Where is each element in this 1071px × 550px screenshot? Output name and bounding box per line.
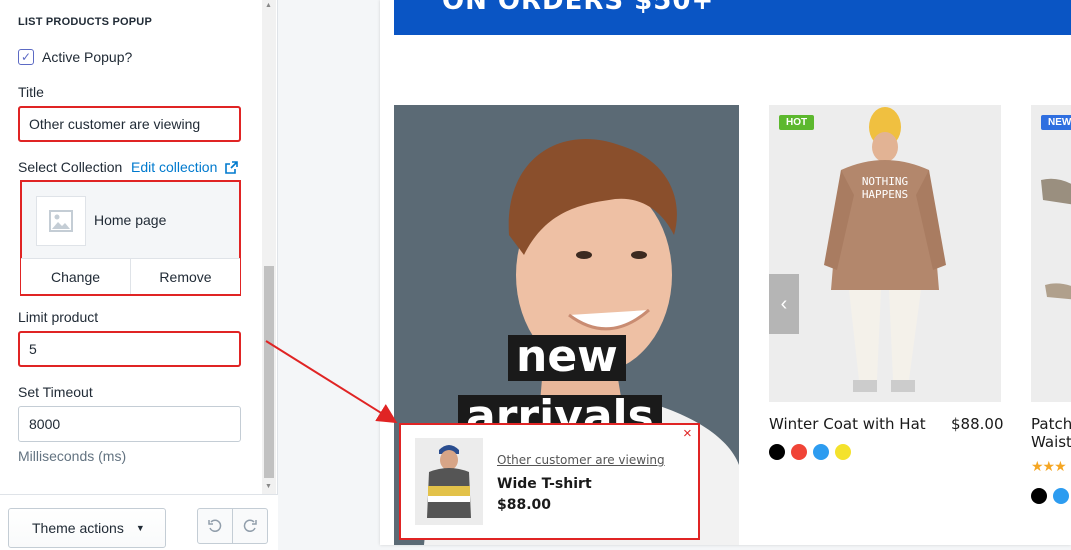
tshirt-model-image xyxy=(415,438,483,525)
edit-collection-link[interactable]: Edit collection xyxy=(131,159,239,175)
edit-collection-text: Edit collection xyxy=(131,159,218,175)
color-swatches-2 xyxy=(1031,488,1069,504)
carousel-prev-button[interactable]: ‹ xyxy=(769,274,799,334)
popup-title[interactable]: Other customer are viewing xyxy=(497,453,665,467)
color-swatch-2[interactable] xyxy=(1053,488,1069,504)
rating-stars-icon: ★★★ xyxy=(1031,458,1067,474)
bottom-bar: Theme actions ▼ xyxy=(0,494,278,550)
color-swatch-3[interactable] xyxy=(813,444,829,460)
svg-text:NOTHING: NOTHING xyxy=(862,175,908,188)
popup-product-image[interactable] xyxy=(415,438,483,525)
panel-scrollbar[interactable]: ▲ ▼ xyxy=(262,0,276,494)
scroll-up-icon[interactable]: ▲ xyxy=(265,2,272,9)
active-popup-label: Active Popup? xyxy=(42,49,133,65)
redo-button[interactable] xyxy=(232,509,267,543)
checkbox-checked-icon[interactable]: ✓ xyxy=(18,49,34,65)
product-name[interactable]: Winter Coat with Hat xyxy=(769,415,926,433)
remove-button[interactable]: Remove xyxy=(130,259,240,294)
select-collection-label: Select Collection xyxy=(18,159,123,175)
image-placeholder-icon xyxy=(36,196,86,246)
theme-actions-label: Theme actions xyxy=(32,520,124,536)
product-price: $88.00 xyxy=(951,415,1004,433)
undo-button[interactable] xyxy=(198,509,232,543)
scroll-down-icon[interactable]: ▼ xyxy=(265,483,272,490)
svg-text:HAPPENS: HAPPENS xyxy=(862,188,908,201)
product-name-2[interactable]: Patch Waist xyxy=(1031,415,1071,451)
hoodie-model-image: NOTHING HAPPENS xyxy=(769,105,1001,402)
external-link-icon xyxy=(225,160,239,174)
color-swatch-1[interactable] xyxy=(769,444,785,460)
change-button[interactable]: Change xyxy=(21,259,130,294)
section-title: LIST PRODUCTS POPUP xyxy=(18,16,152,28)
scrollbar-thumb[interactable] xyxy=(264,266,274,478)
title-label: Title xyxy=(18,84,44,100)
close-icon[interactable]: × xyxy=(683,425,692,442)
collection-picker: Home page Change Remove xyxy=(20,180,241,296)
collection-name: Home page xyxy=(94,212,167,228)
timeout-hint: Milliseconds (ms) xyxy=(18,448,127,464)
shoe-product-image xyxy=(1031,105,1071,402)
hero-word-new: new xyxy=(508,335,626,381)
new-badge: NEW xyxy=(1041,115,1071,130)
undo-redo-group xyxy=(197,508,268,544)
popup-product-price: $88.00 xyxy=(497,497,552,513)
undo-icon xyxy=(208,519,222,532)
popup-product-name[interactable]: Wide T-shirt xyxy=(497,476,592,492)
title-input[interactable]: Other customer are viewing xyxy=(18,106,241,142)
active-popup-row[interactable]: ✓ Active Popup? xyxy=(18,49,132,65)
promo-text: ON ORDERS $50+ xyxy=(442,0,715,16)
hot-badge: HOT xyxy=(779,115,815,130)
timeout-label: Set Timeout xyxy=(18,384,93,400)
theme-actions-button[interactable]: Theme actions ▼ xyxy=(8,508,166,548)
redo-icon xyxy=(243,519,257,532)
color-swatches xyxy=(769,444,851,460)
limit-input[interactable]: 5 xyxy=(18,331,241,367)
settings-panel: LIST PRODUCTS POPUP ✓ Active Popup? Titl… xyxy=(0,0,278,550)
settings-scroll-area: LIST PRODUCTS POPUP ✓ Active Popup? Titl… xyxy=(0,0,262,490)
color-swatch-1[interactable] xyxy=(1031,488,1047,504)
chevron-left-icon: ‹ xyxy=(780,292,788,315)
product-card-image-2[interactable]: NEW xyxy=(1031,105,1071,402)
list-products-popup[interactable]: Other customer are viewing Wide T-shirt … xyxy=(399,423,700,540)
promo-banner[interactable]: ON ORDERS $50+ xyxy=(394,0,1071,35)
limit-label: Limit product xyxy=(18,309,99,325)
timeout-input[interactable]: 8000 xyxy=(18,406,241,442)
color-swatch-2[interactable] xyxy=(791,444,807,460)
collection-actions: Change Remove xyxy=(21,258,240,294)
color-swatch-4[interactable] xyxy=(835,444,851,460)
product-card-image[interactable]: NOTHING HAPPENS HOT xyxy=(769,105,1001,402)
caret-down-icon: ▼ xyxy=(135,523,145,533)
